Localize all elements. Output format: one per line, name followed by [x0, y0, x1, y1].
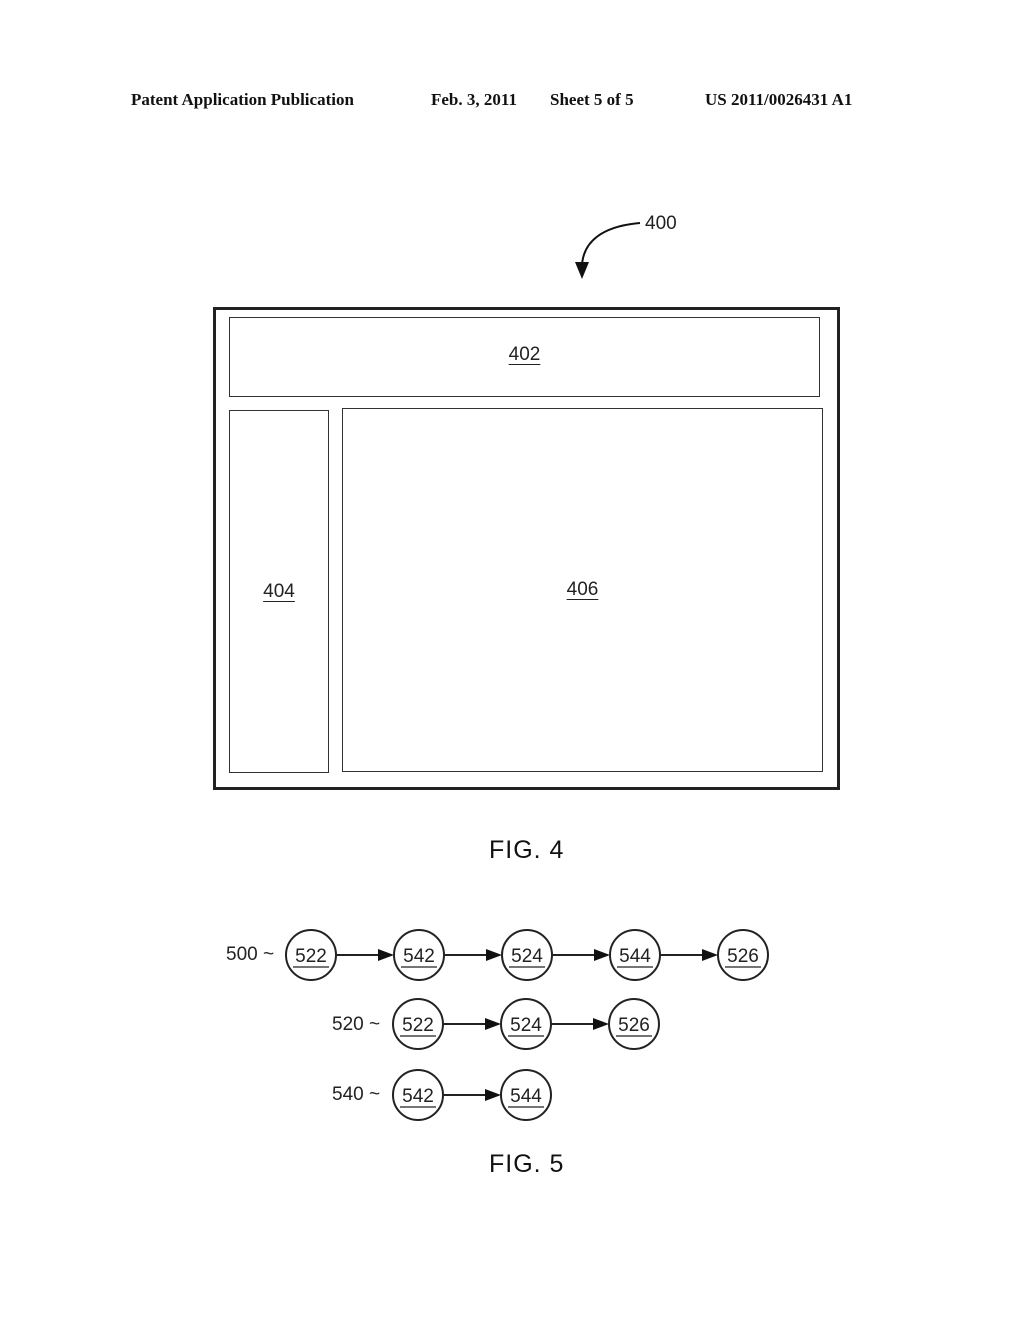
arrow-head-icon	[702, 949, 718, 961]
sequence-label-520: 520 ~	[332, 1014, 381, 1035]
sequence-node: 524	[501, 929, 553, 981]
figure-5-caption: FIG. 5	[489, 1150, 565, 1178]
sequence-node: 522	[285, 929, 337, 981]
node-label: 522	[402, 1015, 434, 1036]
sequence-diagram: 522 542 524 544 526 522 524 526 542 544	[285, 929, 769, 1121]
sequence-node: 544	[500, 1069, 552, 1121]
node-label: 526	[618, 1015, 650, 1036]
arrow-head-icon	[485, 1018, 501, 1030]
arrow-head-icon	[485, 1089, 501, 1101]
sequence-label-500: 500 ~	[226, 944, 275, 965]
node-label: 544	[510, 1086, 542, 1107]
arrow-head-icon	[378, 949, 394, 961]
node-label: 542	[402, 1086, 434, 1107]
arrow-head-icon	[593, 1018, 609, 1030]
sequence-node: 526	[717, 929, 769, 981]
sequence-node: 522	[392, 998, 444, 1050]
node-label: 542	[403, 946, 435, 967]
node-label: 524	[510, 1015, 542, 1036]
node-label: 526	[727, 946, 759, 967]
sequence-node: 542	[392, 1069, 444, 1121]
sequence-label-540: 540 ~	[332, 1084, 381, 1105]
sequence-node: 524	[500, 998, 552, 1050]
arrow-head-icon	[594, 949, 610, 961]
node-label: 522	[295, 946, 327, 967]
sequence-node: 526	[608, 998, 660, 1050]
arrow-head-icon	[486, 949, 502, 961]
sequence-node: 544	[609, 929, 661, 981]
node-label: 544	[619, 946, 651, 967]
node-label: 524	[511, 946, 543, 967]
sequence-node: 542	[393, 929, 445, 981]
